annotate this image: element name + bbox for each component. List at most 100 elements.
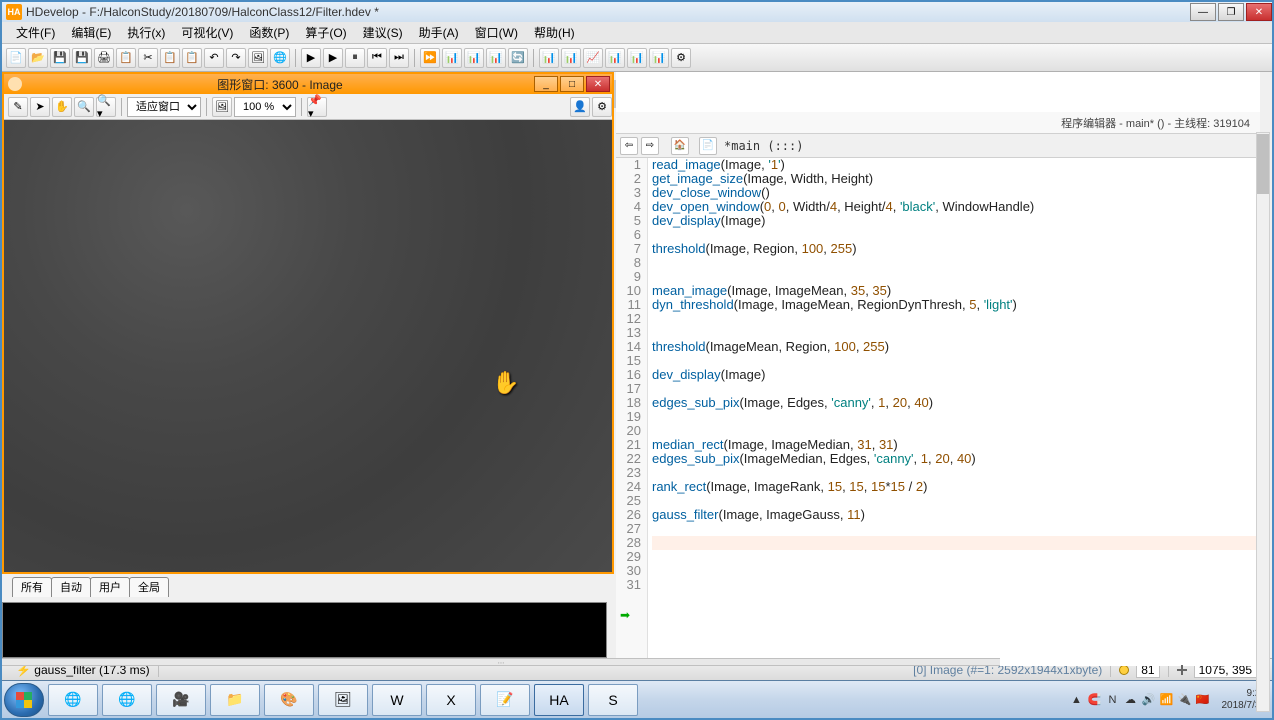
- taskbar-item-5[interactable]: 🖼: [318, 684, 368, 716]
- taskbar-item-6[interactable]: W: [372, 684, 422, 716]
- taskbar-item-0[interactable]: 🌐: [48, 684, 98, 716]
- code-line-28[interactable]: [652, 536, 1260, 550]
- toolbar-btn-14[interactable]: ▶: [301, 48, 321, 68]
- menu-item-2[interactable]: 执行(x): [119, 22, 173, 43]
- toolbar-btn-22[interactable]: 📊: [464, 48, 484, 68]
- toolbar-btn-30[interactable]: 📊: [627, 48, 647, 68]
- toolbar-btn-10[interactable]: ↷: [226, 48, 246, 68]
- close-button[interactable]: ✕: [1246, 3, 1272, 21]
- code-line-29[interactable]: [652, 550, 1260, 564]
- output-console[interactable]: [2, 602, 607, 658]
- var-tab-3[interactable]: 全局: [129, 577, 169, 597]
- code-line-17[interactable]: [652, 382, 1260, 396]
- code-line-19[interactable]: [652, 410, 1260, 424]
- magnify-icon[interactable]: 🔍: [74, 97, 94, 117]
- menu-item-1[interactable]: 编辑(E): [63, 22, 119, 43]
- title-bar[interactable]: HA HDevelop - F:/HalconStudy/20180709/Ha…: [2, 2, 1272, 22]
- taskbar-item-4[interactable]: 🎨: [264, 684, 314, 716]
- menu-item-4[interactable]: 函数(P): [241, 22, 297, 43]
- var-tab-2[interactable]: 用户: [90, 577, 130, 597]
- code-line-10[interactable]: mean_image(Image, ImageMean, 35, 35): [652, 284, 1260, 298]
- code-line-15[interactable]: [652, 354, 1260, 368]
- toolbar-btn-15[interactable]: ▶: [323, 48, 343, 68]
- pin-icon[interactable]: 📌▾: [307, 97, 327, 117]
- toolbar-btn-3[interactable]: 💾: [72, 48, 92, 68]
- code-line-8[interactable]: [652, 256, 1260, 270]
- code-line-12[interactable]: [652, 312, 1260, 326]
- tray-icon-6[interactable]: 🔌: [1178, 693, 1192, 707]
- toolbar-btn-4[interactable]: 🖨: [94, 48, 114, 68]
- image-minimize-button[interactable]: _: [534, 76, 558, 92]
- horizontal-splitter[interactable]: [2, 658, 1000, 666]
- home-icon[interactable]: 🏠: [671, 137, 689, 155]
- code-line-24[interactable]: rank_rect(Image, ImageRank, 15, 15, 15*1…: [652, 480, 1260, 494]
- var-tab-0[interactable]: 所有: [12, 577, 52, 597]
- code-line-3[interactable]: dev_close_window(): [652, 186, 1260, 200]
- taskbar-item-7[interactable]: X: [426, 684, 476, 716]
- tray-icon-0[interactable]: ▲: [1070, 693, 1084, 707]
- toolbar-btn-5[interactable]: 📋: [116, 48, 136, 68]
- image-close-button[interactable]: ✕: [586, 76, 610, 92]
- toolbar-btn-11[interactable]: 🖼: [248, 48, 268, 68]
- tray-icon-1[interactable]: 🧲: [1088, 693, 1102, 707]
- var-tab-1[interactable]: 自动: [51, 577, 91, 597]
- code-line-18[interactable]: edges_sub_pix(Image, Edges, 'canny', 1, …: [652, 396, 1260, 410]
- toolbar-btn-8[interactable]: 📋: [182, 48, 202, 68]
- code-line-13[interactable]: [652, 326, 1260, 340]
- toolbar-btn-29[interactable]: 📊: [605, 48, 625, 68]
- toolbar-btn-21[interactable]: 📊: [442, 48, 462, 68]
- tray-icon-3[interactable]: ☁: [1124, 693, 1138, 707]
- image-maximize-button[interactable]: □: [560, 76, 584, 92]
- fit-mode-select[interactable]: 适应窗口: [127, 97, 201, 117]
- image-window-titlebar[interactable]: 图形窗口: 3600 - Image _ □ ✕: [4, 74, 612, 94]
- toolbar-btn-32[interactable]: ⚙: [671, 48, 691, 68]
- code-editor[interactable]: 1234567891011121314151617181920212223242…: [616, 158, 1260, 666]
- taskbar-item-9[interactable]: HA: [534, 684, 584, 716]
- maximize-button[interactable]: ❐: [1218, 3, 1244, 21]
- user-icon[interactable]: 👤: [570, 97, 590, 117]
- toolbar-btn-12[interactable]: 🌐: [270, 48, 290, 68]
- scrollbar-thumb[interactable]: [1257, 134, 1269, 194]
- toolbar-btn-27[interactable]: 📊: [561, 48, 581, 68]
- minimize-button[interactable]: —: [1190, 3, 1216, 21]
- gear-icon[interactable]: ⚙: [592, 97, 612, 117]
- code-line-9[interactable]: [652, 270, 1260, 284]
- toolbar-btn-2[interactable]: 💾: [50, 48, 70, 68]
- image-display-area[interactable]: ✋: [4, 120, 612, 572]
- tray-icon-5[interactable]: 📶: [1160, 693, 1174, 707]
- menu-item-3[interactable]: 可视化(V): [173, 22, 241, 43]
- tray-icon-2[interactable]: N: [1106, 693, 1120, 707]
- tray-icon-7[interactable]: 🇨🇳: [1196, 693, 1210, 707]
- image-icon[interactable]: 🖼: [212, 97, 232, 117]
- pointer-icon[interactable]: ➤: [30, 97, 50, 117]
- toolbar-btn-18[interactable]: ⏭: [389, 48, 409, 68]
- taskbar-item-10[interactable]: S: [588, 684, 638, 716]
- code-line-6[interactable]: [652, 228, 1260, 242]
- forward-icon[interactable]: ⇨: [641, 137, 659, 155]
- toolbar-btn-17[interactable]: ⏮: [367, 48, 387, 68]
- toolbar-btn-23[interactable]: 📊: [486, 48, 506, 68]
- code-line-26[interactable]: gauss_filter(Image, ImageGauss, 11): [652, 508, 1260, 522]
- code-line-11[interactable]: dyn_threshold(Image, ImageMean, RegionDy…: [652, 298, 1260, 312]
- toolbar-btn-1[interactable]: 📂: [28, 48, 48, 68]
- menu-item-6[interactable]: 建议(S): [355, 22, 411, 43]
- menu-item-7[interactable]: 助手(A): [411, 22, 467, 43]
- taskbar-item-2[interactable]: 🎥: [156, 684, 206, 716]
- taskbar-item-1[interactable]: 🌐: [102, 684, 152, 716]
- menu-item-0[interactable]: 文件(F): [8, 22, 63, 43]
- toolbar-btn-28[interactable]: 📈: [583, 48, 603, 68]
- zoom-dropdown-icon[interactable]: 🔍▾: [96, 97, 116, 117]
- menu-item-5[interactable]: 算子(O): [297, 22, 354, 43]
- code-line-22[interactable]: edges_sub_pix(ImageMedian, Edges, 'canny…: [652, 452, 1260, 466]
- taskbar-item-3[interactable]: 📁: [210, 684, 260, 716]
- code-line-1[interactable]: read_image(Image, '1'): [652, 158, 1260, 172]
- toolbar-btn-26[interactable]: 📊: [539, 48, 559, 68]
- code-line-31[interactable]: [652, 578, 1260, 592]
- code-line-2[interactable]: get_image_size(Image, Width, Height): [652, 172, 1260, 186]
- code-line-5[interactable]: dev_display(Image): [652, 214, 1260, 228]
- code-line-14[interactable]: threshold(ImageMean, Region, 100, 255): [652, 340, 1260, 354]
- code-line-23[interactable]: [652, 466, 1260, 480]
- code-line-30[interactable]: [652, 564, 1260, 578]
- code-line-20[interactable]: [652, 424, 1260, 438]
- code-line-4[interactable]: dev_open_window(0, 0, Width/4, Height/4,…: [652, 200, 1260, 214]
